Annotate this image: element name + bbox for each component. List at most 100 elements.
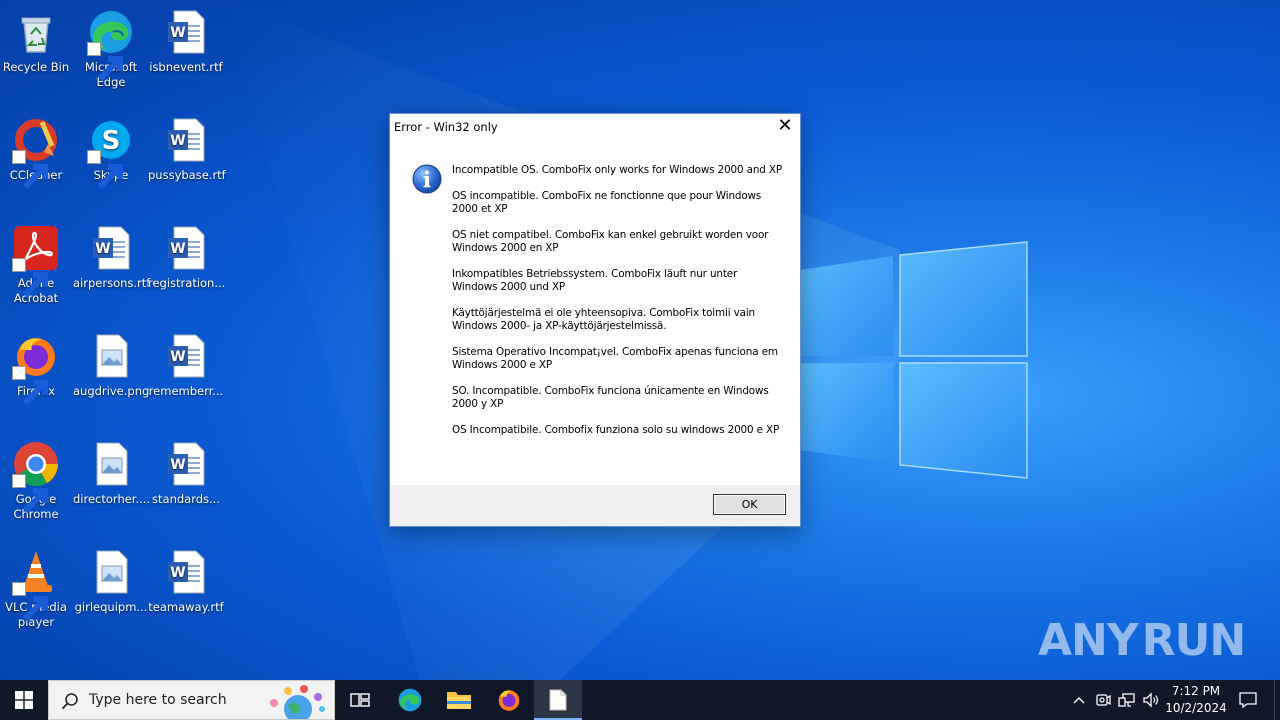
message-finnish: Käyttöjärjestelmä ei ole yhteensopiva. C… [452, 307, 755, 332]
dialog-body: Incompatible OS. ComboFix only works for… [390, 140, 800, 485]
search-placeholder: Type here to search [89, 692, 227, 708]
chevron-up-icon [1073, 697, 1085, 704]
desktop-icon-label: isbnevent.rtf [149, 60, 223, 74]
image-file-icon [87, 548, 135, 596]
desktop-icon-augdrive-png[interactable]: augdrive.png [73, 332, 149, 399]
firefox-icon [12, 332, 60, 406]
dialog-title: Error - Win32 only [394, 120, 498, 134]
desktop-icon-google-chrome[interactable]: Google Chrome [0, 440, 74, 522]
message-french: OS incompatible. ComboFix ne fonctionne … [452, 190, 762, 215]
vlc-cone-icon [12, 548, 60, 622]
word-document-icon: W [162, 548, 210, 596]
svg-text:W: W [170, 133, 185, 149]
desktop-icon-ccleaner[interactable]: CCleaner [0, 116, 74, 190]
taskbar-firefox-button[interactable] [485, 680, 533, 720]
image-file-icon [87, 440, 135, 488]
search-icon [61, 693, 78, 710]
desktop-icon-label: standards... [152, 492, 220, 506]
desktop-icon-skype[interactable]: S Skype [73, 116, 149, 190]
desktop-icon-label: augdrive.png [73, 384, 150, 398]
task-view-icon [350, 693, 370, 707]
svg-text:W: W [170, 241, 185, 257]
tray-show-hidden-button[interactable] [1068, 680, 1090, 720]
ccleaner-icon [12, 116, 60, 190]
message-english: Incompatible OS. ComboFix only works for… [452, 164, 782, 176]
message-list: Incompatible OS. ComboFix only works for… [452, 164, 782, 450]
skype-icon: S [87, 116, 135, 190]
svg-text:W: W [95, 241, 110, 257]
taskbar: Type here to search 7:12 PM 10/2/2024 [0, 680, 1280, 720]
edge-icon [398, 688, 422, 712]
network-icon [1118, 693, 1135, 707]
tray-volume-button[interactable] [1140, 680, 1162, 720]
start-button[interactable] [0, 680, 48, 720]
watermark-text-right: RUN [1141, 614, 1246, 666]
message-spanish: SO. Incompatible. ComboFix funciona únic… [452, 385, 769, 410]
shortcut-arrow-icon [12, 474, 48, 514]
search-highlight-globe-icon [270, 685, 325, 719]
desktop-icon-vlc[interactable]: VLC media player [0, 548, 74, 630]
desktop-icon-adobe-acrobat[interactable]: Adobe Acrobat [0, 224, 74, 306]
desktop-icon-rememberr[interactable]: W rememberr... [148, 332, 224, 399]
error-dialog: Error - Win32 only ✕ Incompatible OS. Co… [389, 113, 801, 527]
ok-button[interactable]: OK [713, 494, 786, 515]
desktop-icon-microsoft-edge[interactable]: Microsoft Edge [73, 8, 149, 90]
taskbar-edge-button[interactable] [386, 680, 434, 720]
taskbar-file-explorer-button[interactable] [435, 680, 483, 720]
edge-icon [87, 8, 135, 82]
word-document-icon: W [87, 224, 135, 272]
chrome-icon [12, 440, 60, 514]
desktop-icon-directorher[interactable]: directorher.... [73, 440, 151, 507]
info-icon [412, 164, 442, 194]
watermark-text-left: ANY [1038, 614, 1139, 666]
shortcut-arrow-icon [12, 366, 48, 406]
close-icon: ✕ [777, 115, 793, 136]
show-desktop-button[interactable] [1274, 680, 1280, 720]
word-document-icon: W [162, 8, 210, 56]
svg-text:W: W [170, 349, 185, 365]
desktop-icon-label: girlequipm... [74, 600, 148, 614]
desktop-icon-label: pussybase.rtf [148, 168, 226, 182]
notification-icon [1239, 692, 1257, 709]
camera-icon [1096, 694, 1111, 706]
shortcut-arrow-icon [87, 150, 123, 190]
dialog-footer: OK [390, 485, 800, 526]
desktop-icon-teamaway-rtf[interactable]: W teamaway.rtf [148, 548, 224, 615]
clock-date: 10/2/2024 [1165, 701, 1227, 715]
blank-document-icon [549, 689, 567, 711]
tray-network-button[interactable] [1116, 680, 1138, 720]
desktop-icon-isbnevent-rtf[interactable]: W isbnevent.rtf [148, 8, 224, 75]
image-file-icon [87, 332, 135, 380]
desktop-icon-firefox[interactable]: Firefox [0, 332, 74, 406]
tray-meet-button[interactable] [1092, 680, 1114, 720]
shortcut-arrow-icon [12, 582, 48, 622]
desktop-icon-label: teamaway.rtf [148, 600, 224, 614]
adobe-acrobat-icon [12, 224, 60, 298]
desktop-icon-label: rememberr... [148, 384, 224, 398]
svg-text:W: W [170, 457, 185, 473]
word-document-icon: W [162, 440, 210, 488]
desktop-icon-girlequipm[interactable]: girlequipm... [73, 548, 149, 615]
desktop-icon-pussybase-rtf[interactable]: W pussybase.rtf [148, 116, 226, 183]
desktop-icon-recycle-bin[interactable]: Recycle Bin [0, 8, 74, 75]
desktop-icon-airpersons-rtf[interactable]: W airpersons.rtf [73, 224, 150, 291]
svg-text:W: W [170, 565, 185, 581]
word-document-icon: W [162, 116, 210, 164]
notifications-button[interactable] [1234, 680, 1262, 720]
message-german: Inkompatibles Betriebssystem. ComboFix l… [452, 268, 738, 293]
taskbar-clock[interactable]: 7:12 PM 10/2/2024 [1162, 683, 1230, 717]
dialog-titlebar[interactable]: Error - Win32 only ✕ [390, 114, 800, 140]
folder-icon [447, 692, 471, 709]
shortcut-arrow-icon [12, 150, 48, 190]
dialog-close-button[interactable]: ✕ [770, 114, 800, 140]
taskbar-search-box[interactable]: Type here to search [48, 680, 335, 720]
message-portuguese: Sistema Operativo Incompat¡vel. ComboFix… [452, 346, 778, 371]
task-view-button[interactable] [336, 680, 384, 720]
taskbar-active-app-button[interactable] [534, 680, 582, 720]
message-dutch: OS niet compatibel. ComboFix kan enkel g… [452, 229, 769, 254]
desktop-icon-label: registration... [148, 276, 226, 290]
desktop-icon-registration[interactable]: W registration... [148, 224, 226, 291]
desktop-icon-standards[interactable]: W standards... [148, 440, 224, 507]
desktop-icon-label: directorher.... [73, 492, 151, 506]
svg-text:W: W [170, 25, 185, 41]
